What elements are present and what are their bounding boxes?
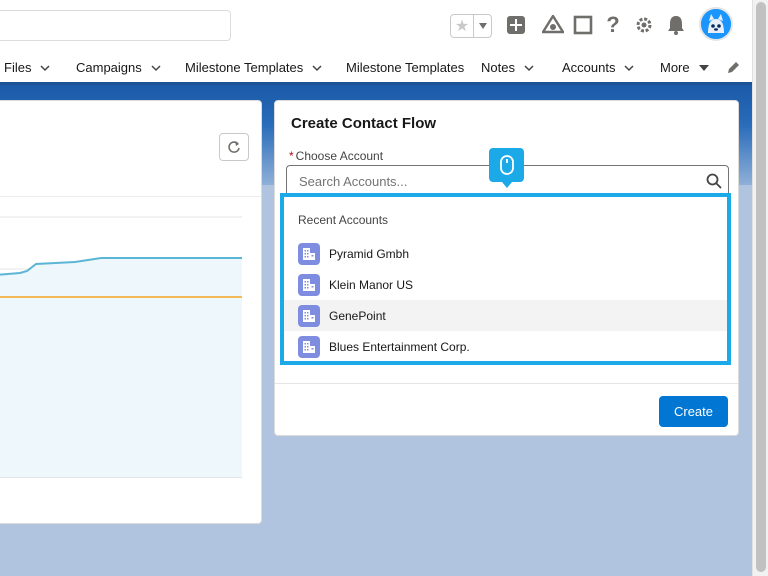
edit-nav-button[interactable] — [726, 61, 740, 75]
gear-icon[interactable] — [632, 13, 656, 37]
footer-divider — [275, 383, 738, 384]
nav-item-more[interactable]: More — [660, 60, 709, 75]
bell-icon[interactable] — [664, 13, 688, 37]
chevron-down-icon[interactable] — [624, 63, 635, 73]
nav-item-milestone-templates-2[interactable]: Milestone Templates — [346, 60, 464, 75]
chevron-down-icon[interactable] — [40, 63, 50, 73]
nav-item-label: Campaigns — [76, 60, 142, 75]
avatar[interactable] — [699, 7, 733, 41]
refresh-icon — [228, 141, 240, 153]
nav-item-notes[interactable]: Notes — [481, 60, 534, 75]
account-option[interactable]: Klein Manor US — [284, 269, 727, 300]
account-option-label: Pyramid Gmbh — [329, 246, 410, 261]
mouse-icon — [499, 155, 514, 175]
account-option-label: Blues Entertainment Corp. — [329, 339, 470, 354]
nav-item-milestone-templates[interactable]: Milestone Templates — [185, 60, 322, 75]
pencil-icon — [728, 62, 739, 73]
star-icon[interactable]: ★ — [451, 15, 473, 37]
nav-item-label: Milestone Templates — [346, 60, 465, 75]
report-card — [0, 100, 263, 524]
account-icon — [298, 242, 320, 265]
account-option-label: GenePoint — [329, 308, 386, 323]
account-option-highlighted[interactable]: GenePoint — [284, 300, 727, 331]
chevron-down-icon[interactable] — [473, 15, 491, 37]
nav-item-label: Files — [4, 60, 32, 75]
account-option-label: Klein Manor US — [329, 277, 414, 292]
field-label-text: Choose Account — [295, 149, 384, 163]
nav-item-campaigns[interactable]: Campaigns — [76, 60, 161, 75]
app-nav-bar: Files Campaigns Milestone Templates Mile… — [0, 50, 752, 85]
account-option[interactable]: Blues Entertainment Corp. — [284, 331, 727, 362]
nav-item-label: More — [660, 60, 690, 75]
add-icon[interactable] — [504, 13, 528, 37]
nav-item-accounts[interactable]: Accounts — [562, 60, 635, 75]
nav-item-label: Accounts — [562, 60, 616, 75]
nav-item-label: Milestone Templates — [185, 60, 304, 75]
account-icon — [298, 335, 320, 358]
chart-area-fill — [0, 258, 242, 477]
mouse-click-marker — [489, 148, 524, 188]
account-lookup-dropdown: Recent Accounts Pyramid Gmbh Klein Manor… — [280, 193, 731, 365]
account-search-input[interactable] — [287, 166, 687, 196]
account-option[interactable]: Pyramid Gmbh — [284, 238, 727, 269]
chevron-down-icon[interactable] — [312, 63, 322, 73]
page-scrollbar[interactable] — [752, 0, 768, 576]
card-title: Create Contact Flow — [291, 115, 437, 132]
chevron-down-icon[interactable] — [524, 63, 534, 73]
square-icon[interactable] — [571, 13, 595, 37]
report-chart — [0, 196, 263, 478]
search-icon — [706, 173, 722, 189]
trailhead-icon[interactable] — [541, 13, 565, 37]
favorites-group: ★ — [450, 14, 492, 38]
recent-accounts-header: Recent Accounts — [298, 213, 389, 227]
chevron-down-icon[interactable] — [151, 63, 161, 73]
required-marker: * — [289, 149, 294, 163]
refresh-button[interactable] — [219, 133, 249, 161]
choose-account-label: * Choose Account — [289, 149, 383, 163]
scrollbar-thumb[interactable] — [756, 2, 766, 572]
help-icon[interactable]: ? — [601, 12, 625, 37]
create-button[interactable]: Create — [659, 396, 728, 427]
account-icon — [298, 273, 320, 296]
global-search-box[interactable] — [0, 10, 231, 41]
nav-item-files[interactable]: Files — [4, 60, 50, 75]
account-icon — [298, 304, 320, 327]
global-header: ★ ? — [0, 0, 752, 50]
caret-down-icon[interactable] — [698, 63, 709, 73]
nav-item-label: Notes — [481, 60, 515, 75]
